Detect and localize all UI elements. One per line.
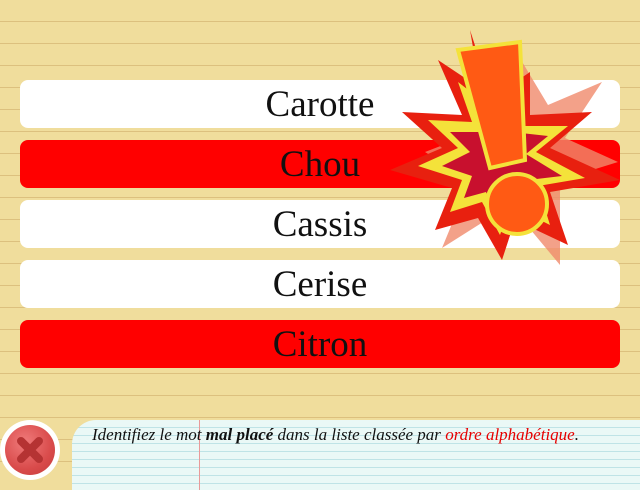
word-option-citron[interactable]: Citron bbox=[20, 320, 620, 368]
word-option-chou[interactable]: Chou bbox=[20, 140, 620, 188]
word-option-cerise[interactable]: Cerise bbox=[20, 260, 620, 308]
instruction-emphasis: mal placé bbox=[205, 425, 274, 444]
instruction-text: Identifiez le mot mal placé dans la list… bbox=[92, 424, 617, 446]
word-option-cassis[interactable]: Cassis bbox=[20, 200, 620, 248]
word-option-carotte[interactable]: Carotte bbox=[20, 80, 620, 128]
close-button[interactable] bbox=[0, 420, 60, 480]
instruction-highlight: ordre alphabétique bbox=[445, 425, 575, 444]
close-icon bbox=[17, 437, 43, 463]
instruction-text-part2: dans la liste classée par bbox=[273, 425, 446, 444]
instruction-text-part1: Identifiez le mot bbox=[92, 425, 206, 444]
instruction-text-end: . bbox=[574, 425, 579, 444]
